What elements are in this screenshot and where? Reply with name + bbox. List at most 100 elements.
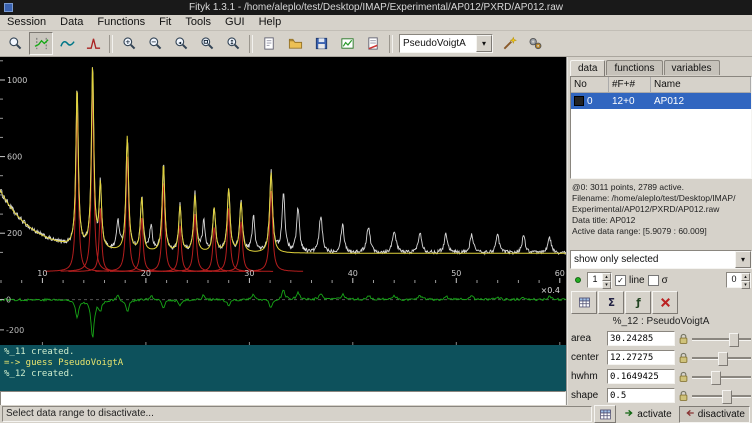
svg-text:200: 200 bbox=[7, 229, 22, 238]
shift-stepper-value: 0 bbox=[727, 273, 741, 287]
lock-icon[interactable] bbox=[677, 352, 690, 364]
table-header-row: No#F+#Name bbox=[571, 77, 751, 93]
parameter-hwhm-input[interactable] bbox=[607, 369, 675, 384]
stepper-arrows-icon[interactable]: ▴▾ bbox=[602, 273, 611, 287]
console-line: %_11 created. bbox=[4, 347, 562, 358]
data-color-icon[interactable] bbox=[571, 274, 584, 286]
slider-thumb[interactable] bbox=[711, 371, 721, 385]
activate-button[interactable]: activate bbox=[618, 406, 676, 423]
data-table-button[interactable] bbox=[571, 291, 597, 314]
zoom-out-button[interactable]: − bbox=[143, 32, 167, 55]
parameter-area-input[interactable] bbox=[607, 331, 675, 346]
tab-variables[interactable]: variables bbox=[664, 60, 720, 75]
parameter-hwhm-slider[interactable] bbox=[692, 370, 751, 384]
sigma-icon: Σ bbox=[604, 295, 619, 310]
parameter-shape-slider[interactable] bbox=[692, 389, 751, 403]
menu-data[interactable]: Data bbox=[53, 15, 90, 30]
tab-functions[interactable]: functions bbox=[606, 60, 662, 75]
line-checkbox[interactable]: ✓ bbox=[615, 275, 626, 286]
column-header-name[interactable]: Name bbox=[651, 77, 751, 93]
status-hint: Select data range to disactivate... bbox=[2, 406, 592, 422]
menu-tools[interactable]: Tools bbox=[178, 15, 218, 30]
column-header-f[interactable]: #F+# bbox=[609, 77, 651, 93]
grid-icon bbox=[578, 296, 591, 309]
toolbar-separator bbox=[389, 35, 393, 53]
auto-add-peak-button[interactable] bbox=[497, 32, 521, 55]
menu-fit[interactable]: Fit bbox=[152, 15, 178, 30]
menu-help[interactable]: Help bbox=[252, 15, 289, 30]
delete-data-button[interactable] bbox=[652, 291, 678, 314]
tab-data[interactable]: data bbox=[570, 60, 605, 76]
chevron-down-icon: ▾ bbox=[735, 251, 751, 268]
auxiliary-plot[interactable]: 0-200×0.4 bbox=[0, 283, 566, 345]
function-type-select[interactable]: PseudoVoigtA▾ bbox=[399, 34, 493, 53]
parameter-shape-input[interactable] bbox=[607, 388, 675, 403]
menu-functions[interactable]: Functions bbox=[90, 15, 152, 30]
lock-icon[interactable] bbox=[677, 371, 690, 383]
column-header-no[interactable]: No bbox=[571, 77, 609, 93]
zoom-in-button[interactable]: + bbox=[117, 32, 141, 55]
fx-icon: ƒ bbox=[631, 295, 646, 310]
fit-button[interactable] bbox=[523, 32, 547, 55]
previous-zoom-button[interactable]: ◂ bbox=[169, 32, 193, 55]
stepper-arrows-icon[interactable]: ▴▾ bbox=[741, 273, 750, 287]
zoom-all-button[interactable] bbox=[195, 32, 219, 55]
log-button[interactable] bbox=[361, 32, 385, 55]
script-icon bbox=[262, 36, 277, 51]
data-range-mode-button[interactable] bbox=[29, 32, 53, 55]
slider-thumb[interactable] bbox=[722, 390, 732, 404]
lock-icon[interactable] bbox=[677, 390, 690, 402]
svg-text:×0.4: ×0.4 bbox=[541, 286, 560, 295]
sidebar: datafunctionsvariables No#F+#Name012+0AP… bbox=[566, 57, 752, 405]
export-data-button[interactable] bbox=[309, 32, 333, 55]
filter-dropdown[interactable]: show only selected ▾ bbox=[570, 250, 752, 269]
open-session-button[interactable] bbox=[283, 32, 307, 55]
shift-stepper[interactable]: 0 ▴▾ bbox=[726, 272, 751, 288]
baseline-mode-button[interactable] bbox=[55, 32, 79, 55]
lock-icon[interactable] bbox=[677, 333, 690, 345]
svg-text:50: 50 bbox=[451, 269, 461, 278]
dataset-checkbox[interactable] bbox=[574, 96, 584, 106]
activate-label: activate bbox=[637, 409, 671, 420]
log-icon bbox=[366, 36, 381, 51]
magnifier-all-icon bbox=[200, 36, 215, 51]
zoom-vertically-button[interactable]: ↕ bbox=[221, 32, 245, 55]
toolbar-separator bbox=[249, 35, 253, 53]
range-tool-button[interactable] bbox=[594, 405, 616, 423]
slider-thumb[interactable] bbox=[729, 333, 739, 347]
export-image-button[interactable] bbox=[335, 32, 359, 55]
data-list[interactable]: No#F+#Name012+0AP012 bbox=[570, 76, 752, 179]
menu-session[interactable]: Session bbox=[0, 15, 53, 30]
output-window[interactable]: %_11 created.=-> guess PseudoVoigtA%_12 … bbox=[0, 345, 566, 391]
disactivate-button[interactable]: disactivate bbox=[679, 406, 750, 423]
parameter-center-slider[interactable] bbox=[692, 351, 751, 365]
menu-gui[interactable]: GUI bbox=[218, 15, 252, 30]
selected-function-label: %_12 : PseudoVoigtA bbox=[568, 314, 752, 329]
include-script-button[interactable] bbox=[257, 32, 281, 55]
title-bar[interactable]: Fityk 1.3.1 - /home/aleplo/test/Desktop/… bbox=[0, 0, 752, 15]
data-info-line: Active data range: [5.9079 : 60.009] bbox=[572, 226, 750, 237]
sidebar-tabs: datafunctionsvariables bbox=[568, 57, 752, 75]
slider-track bbox=[692, 376, 751, 379]
svg-text:Σ: Σ bbox=[607, 296, 614, 308]
add-peak-mode-button[interactable] bbox=[81, 32, 105, 55]
zoom-mode-button[interactable] bbox=[3, 32, 27, 55]
slider-thumb[interactable] bbox=[718, 352, 728, 366]
parameter-area-slider[interactable] bbox=[692, 332, 751, 346]
sigma-checkbox[interactable] bbox=[648, 275, 659, 286]
peak-mode-icon bbox=[86, 36, 101, 51]
point-size-stepper[interactable]: 1 ▴▾ bbox=[587, 272, 612, 288]
apply-function-button[interactable]: ƒ bbox=[625, 291, 651, 314]
table-row[interactable]: 012+0AP012 bbox=[571, 93, 751, 109]
svg-text:20: 20 bbox=[141, 269, 151, 278]
svg-text:ƒ: ƒ bbox=[635, 296, 641, 308]
main-plot[interactable]: 1020304050602006001000 bbox=[0, 57, 566, 283]
svg-text:0: 0 bbox=[6, 296, 11, 305]
filter-dropdown-value: show only selected bbox=[571, 254, 735, 265]
parameter-center-input[interactable] bbox=[607, 350, 675, 365]
sum-button[interactable]: Σ bbox=[598, 291, 624, 314]
folder-icon bbox=[288, 36, 303, 51]
main-content: 1020304050602006001000 0-200×0.4 %_11 cr… bbox=[0, 57, 752, 405]
image-icon bbox=[340, 36, 355, 51]
parameter-row-center: center bbox=[568, 348, 752, 367]
